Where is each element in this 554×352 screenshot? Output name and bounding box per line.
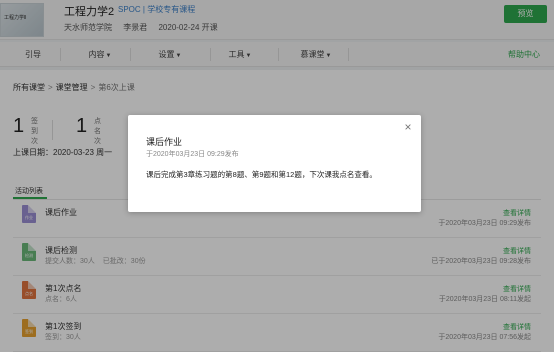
dialog-publish-date: 于2020年03月23日 09:29发布 bbox=[146, 151, 239, 158]
dialog-title: 课后作业 bbox=[146, 137, 183, 147]
close-icon[interactable]: × bbox=[401, 120, 415, 134]
homework-detail-dialog: 课后作业 于2020年03月23日 09:29发布 课后完成第3章练习题的第8题… bbox=[128, 115, 421, 212]
modal-overlay[interactable]: 课后作业 于2020年03月23日 09:29发布 课后完成第3章练习题的第8题… bbox=[0, 0, 554, 352]
dialog-body: 课后完成第3章练习题的第8题、第9题和第12题，下次课我点名查看。 bbox=[146, 170, 377, 179]
